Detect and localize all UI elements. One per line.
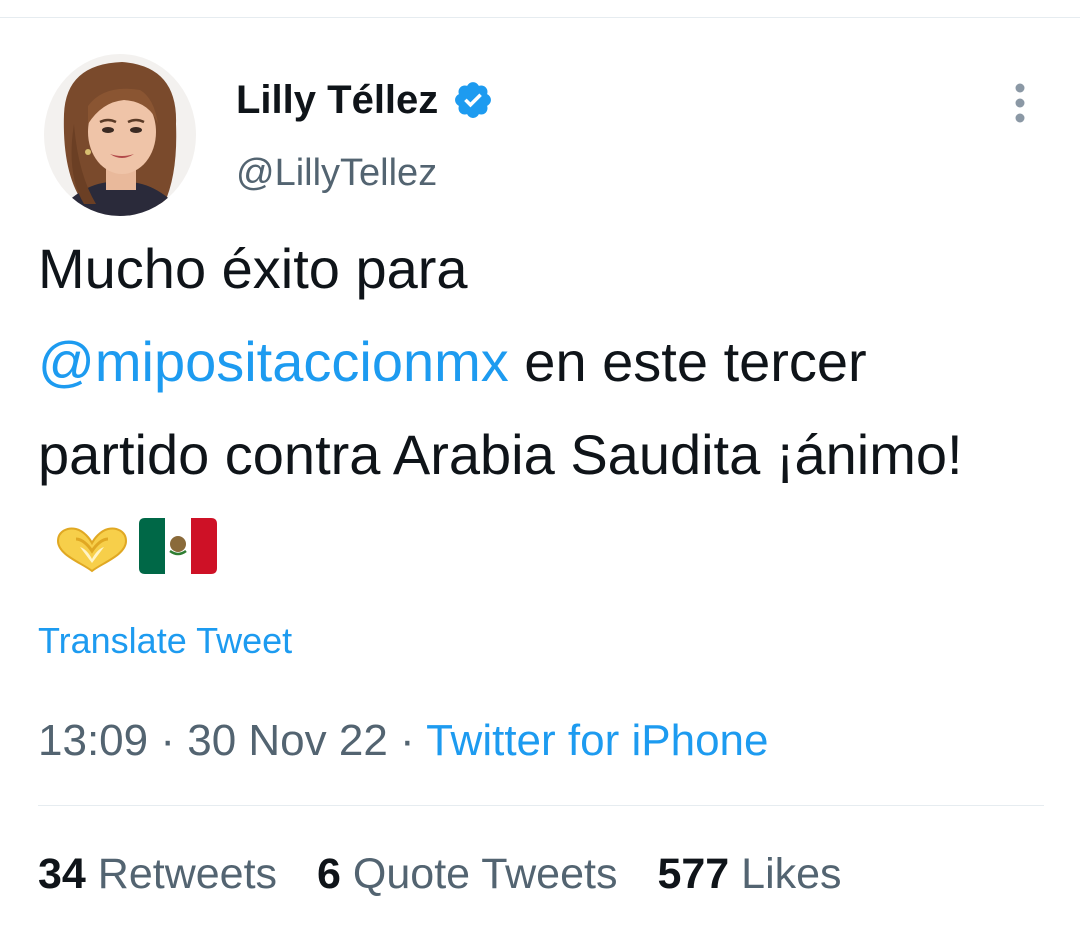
- stats-divider: [38, 805, 1044, 806]
- mention-link[interactable]: @mipositaccionmx: [38, 330, 509, 393]
- author-name[interactable]: Lilly Téllez: [236, 75, 494, 125]
- retweets-label: Retweets: [97, 850, 278, 898]
- retweets-count: 34: [38, 850, 86, 898]
- profile-photo-icon: [44, 54, 196, 216]
- author-handle[interactable]: @LillyTellez: [236, 149, 437, 197]
- tweet-source-link[interactable]: Twitter for iPhone: [426, 716, 768, 765]
- retweets-stat[interactable]: 34 Retweets: [38, 846, 277, 902]
- tweet-detail-view: Lilly Téllez @LillyTellez Mucho éxito pa…: [0, 0, 1080, 925]
- tweet-meta: 13:09 · 30 Nov 22 · Twitter for iPhone: [38, 712, 768, 770]
- quote-tweets-count: 6: [317, 850, 341, 898]
- tweet-time: 13:09: [38, 716, 149, 765]
- quote-tweets-label: Quote Tweets: [352, 850, 618, 898]
- tweet-stats: 34 Retweets 6 Quote Tweets 577 Likes: [38, 846, 842, 902]
- more-options-icon[interactable]: [1006, 82, 1034, 124]
- tweet-text: Mucho éxito para @mipositaccionmx en est…: [38, 222, 1048, 594]
- tweet-text-before: Mucho éxito para: [38, 237, 468, 300]
- likes-label: Likes: [741, 850, 842, 898]
- meta-separator: ·: [387, 716, 427, 765]
- meta-separator: ·: [148, 716, 188, 765]
- author-name-text: Lilly Téllez: [236, 78, 439, 122]
- quote-tweets-stat[interactable]: 6 Quote Tweets: [317, 846, 617, 902]
- top-divider: [0, 17, 1080, 18]
- heart-hands-emoji-icon: [56, 527, 128, 573]
- likes-count: 577: [657, 850, 730, 898]
- translate-tweet-link[interactable]: Translate Tweet: [38, 616, 292, 666]
- verified-badge-icon: [455, 82, 492, 118]
- tweet-date: 30 Nov 22: [187, 716, 388, 765]
- avatar[interactable]: [44, 54, 196, 216]
- likes-stat[interactable]: 577 Likes: [657, 846, 841, 902]
- mexico-flag-emoji-icon: [139, 518, 217, 574]
